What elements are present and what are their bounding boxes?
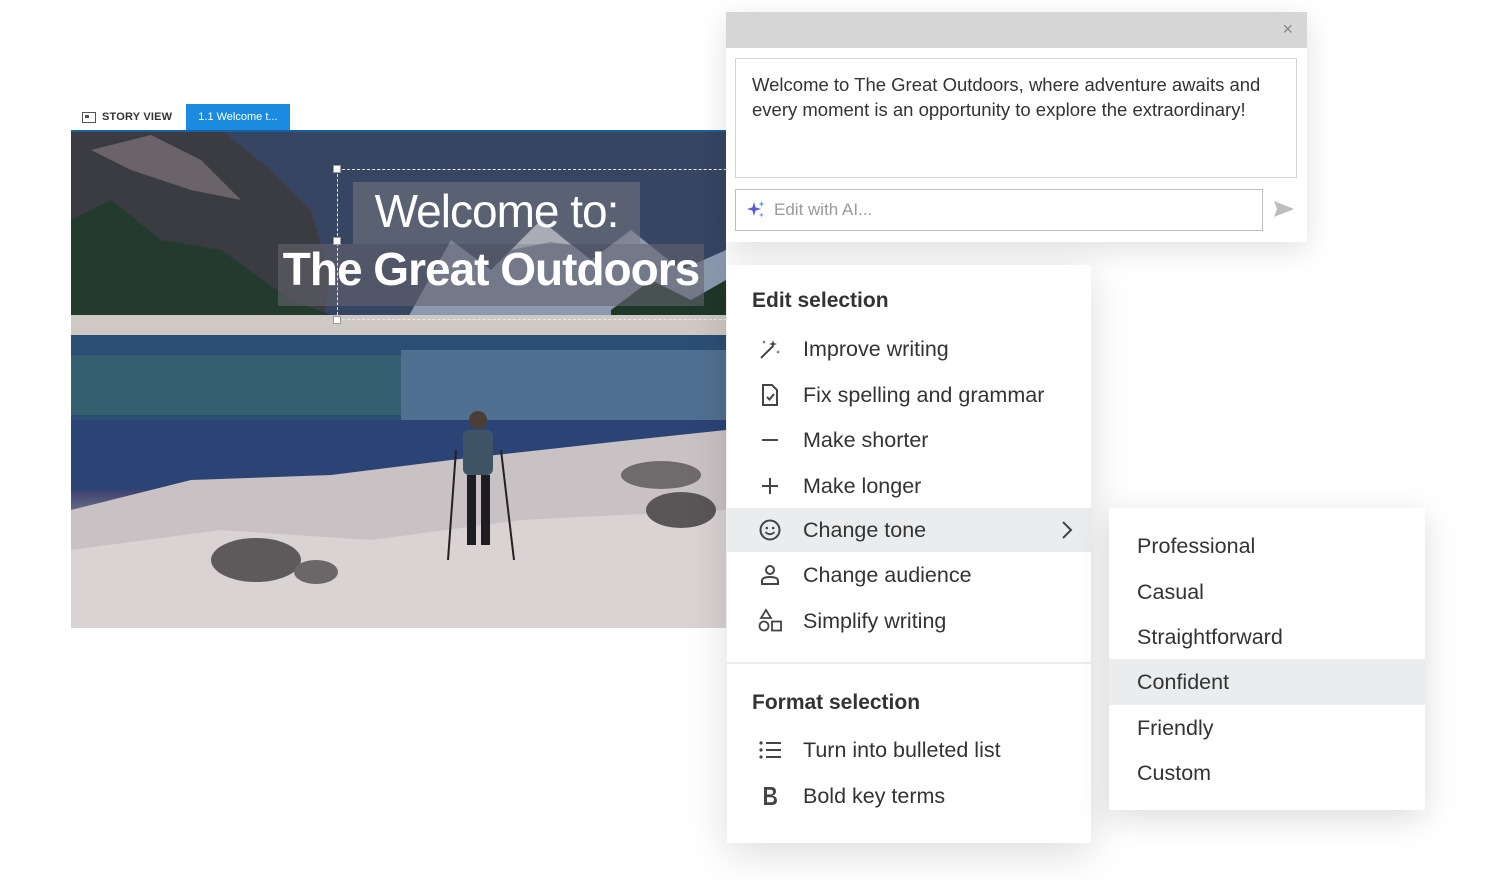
ai-edit-input[interactable] — [774, 200, 1244, 220]
menu-item-improve-writing[interactable]: Improve writing — [727, 327, 1091, 371]
tone-option-custom[interactable]: Custom — [1109, 750, 1425, 796]
menu-item-label: Simplify writing — [803, 608, 947, 633]
menu-item-label: Turn into bulleted list — [803, 737, 1001, 762]
tab-active-slide[interactable]: 1.1 Welcome t... — [186, 104, 290, 130]
send-icon[interactable] — [1273, 200, 1295, 218]
slide-top-border — [71, 130, 726, 132]
chevron-right-icon — [1062, 521, 1073, 539]
person-icon — [757, 562, 783, 588]
tone-option-casual[interactable]: Casual — [1109, 569, 1425, 615]
tab-story-view[interactable]: STORY VIEW — [72, 104, 186, 130]
ai-panel-header: × — [726, 12, 1307, 48]
menu-item-change-audience[interactable]: Change audience — [727, 553, 1091, 597]
document-check-icon — [757, 382, 783, 408]
menu-item-fix-spelling[interactable]: Fix spelling and grammar — [727, 373, 1091, 417]
plus-icon — [757, 473, 783, 499]
story-view-icon — [82, 111, 96, 123]
resize-handle-w[interactable] — [333, 237, 341, 245]
bold-icon — [757, 783, 783, 809]
menu-item-simplify-writing[interactable]: Simplify writing — [727, 599, 1091, 643]
tone-option-professional[interactable]: Professional — [1109, 523, 1425, 569]
menu-item-bold-key-terms[interactable]: Bold key terms — [727, 774, 1091, 818]
slide-canvas[interactable]: Welcome to: The Great Outdoors — [71, 130, 726, 628]
menu-item-change-tone[interactable]: Change tone — [727, 508, 1091, 552]
menu-item-make-shorter[interactable]: Make shorter — [727, 418, 1091, 462]
menu-item-label: Change audience — [803, 562, 972, 587]
menu-item-label: Change tone — [803, 517, 927, 542]
menu-item-label: Fix spelling and grammar — [803, 382, 1045, 407]
tone-option-confident[interactable]: Confident — [1109, 659, 1425, 705]
menu-item-label: Improve writing — [803, 336, 949, 361]
resize-handle-nw[interactable] — [333, 165, 341, 173]
menu-item-label: Make shorter — [803, 427, 929, 452]
menu-divider — [727, 662, 1091, 664]
bulleted-list-icon — [757, 737, 783, 763]
minus-icon — [757, 427, 783, 453]
smiley-icon — [757, 517, 783, 543]
shapes-icon — [757, 608, 783, 634]
tone-option-straightforward[interactable]: Straightforward — [1109, 614, 1425, 660]
selection-box[interactable] — [333, 165, 726, 324]
tone-option-friendly[interactable]: Friendly — [1109, 705, 1425, 751]
format-selection-heading: Format selection — [752, 691, 921, 714]
edit-selection-menu: Edit selection Improve writing Fix spell… — [727, 265, 1091, 843]
edit-selection-heading: Edit selection — [752, 289, 889, 312]
tab-story-view-label: STORY VIEW — [102, 111, 173, 123]
story-tabs: STORY VIEW 1.1 Welcome t... — [72, 104, 290, 130]
menu-item-make-longer[interactable]: Make longer — [727, 464, 1091, 508]
menu-item-label: Bold key terms — [803, 783, 946, 808]
magic-wand-icon — [757, 336, 783, 362]
ai-edit-panel: × Welcome to The Great Outdoors, where a… — [726, 12, 1307, 242]
resize-handle-sw[interactable] — [333, 316, 341, 324]
ai-text-preview[interactable]: Welcome to The Great Outdoors, where adv… — [735, 58, 1297, 178]
menu-item-bulleted-list[interactable]: Turn into bulleted list — [727, 728, 1091, 772]
sparkle-icon — [747, 201, 765, 218]
ai-edit-input-wrapper[interactable] — [735, 189, 1263, 231]
tone-submenu: Professional Casual Straightforward Conf… — [1109, 508, 1425, 810]
close-icon[interactable]: × — [1282, 20, 1293, 38]
menu-item-label: Make longer — [803, 473, 922, 498]
